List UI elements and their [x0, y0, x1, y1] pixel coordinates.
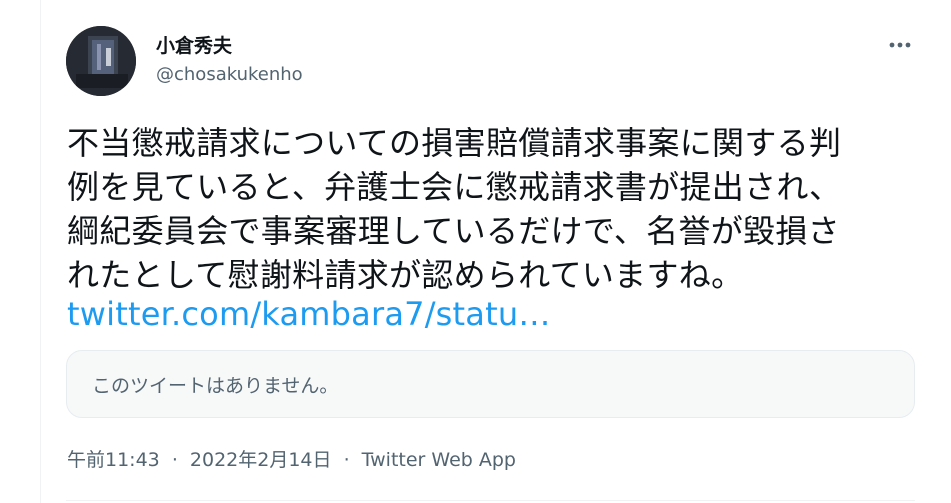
tweet-metadata: 午前11:43 · 2022年2月14日 · Twitter Web App — [67, 447, 516, 473]
more-horizontal-icon — [889, 42, 911, 48]
meta-separator: · — [171, 449, 178, 471]
tweet-time[interactable]: 午前11:43 — [67, 449, 160, 471]
divider — [66, 500, 915, 501]
tweet-source[interactable]: Twitter Web App — [362, 449, 516, 471]
quote-unavailable-message: このツイートはありません。 — [92, 374, 339, 397]
column-divider — [40, 0, 41, 503]
avatar[interactable] — [66, 26, 136, 96]
user-handle[interactable]: @chosakukenho — [156, 63, 303, 87]
tweet-detail: 小倉秀夫 @chosakukenho 不当懲戒請求についての損害賠償請求事案に関… — [0, 0, 951, 503]
meta-separator: · — [343, 449, 350, 471]
tweet-text: 不当懲戒請求についての損害賠償請求事案に関する判 例を見ていると、弁護士会に懲戒… — [67, 124, 842, 294]
quote-tweet-card: このツイートはありません。 — [66, 350, 915, 418]
tweet-date[interactable]: 2022年2月14日 — [190, 449, 332, 471]
more-options-button[interactable] — [878, 28, 922, 62]
tweet-link[interactable]: twitter.com/kambara7/statu… — [67, 292, 551, 336]
display-name[interactable]: 小倉秀夫 — [156, 34, 232, 58]
avatar-image — [66, 26, 136, 96]
